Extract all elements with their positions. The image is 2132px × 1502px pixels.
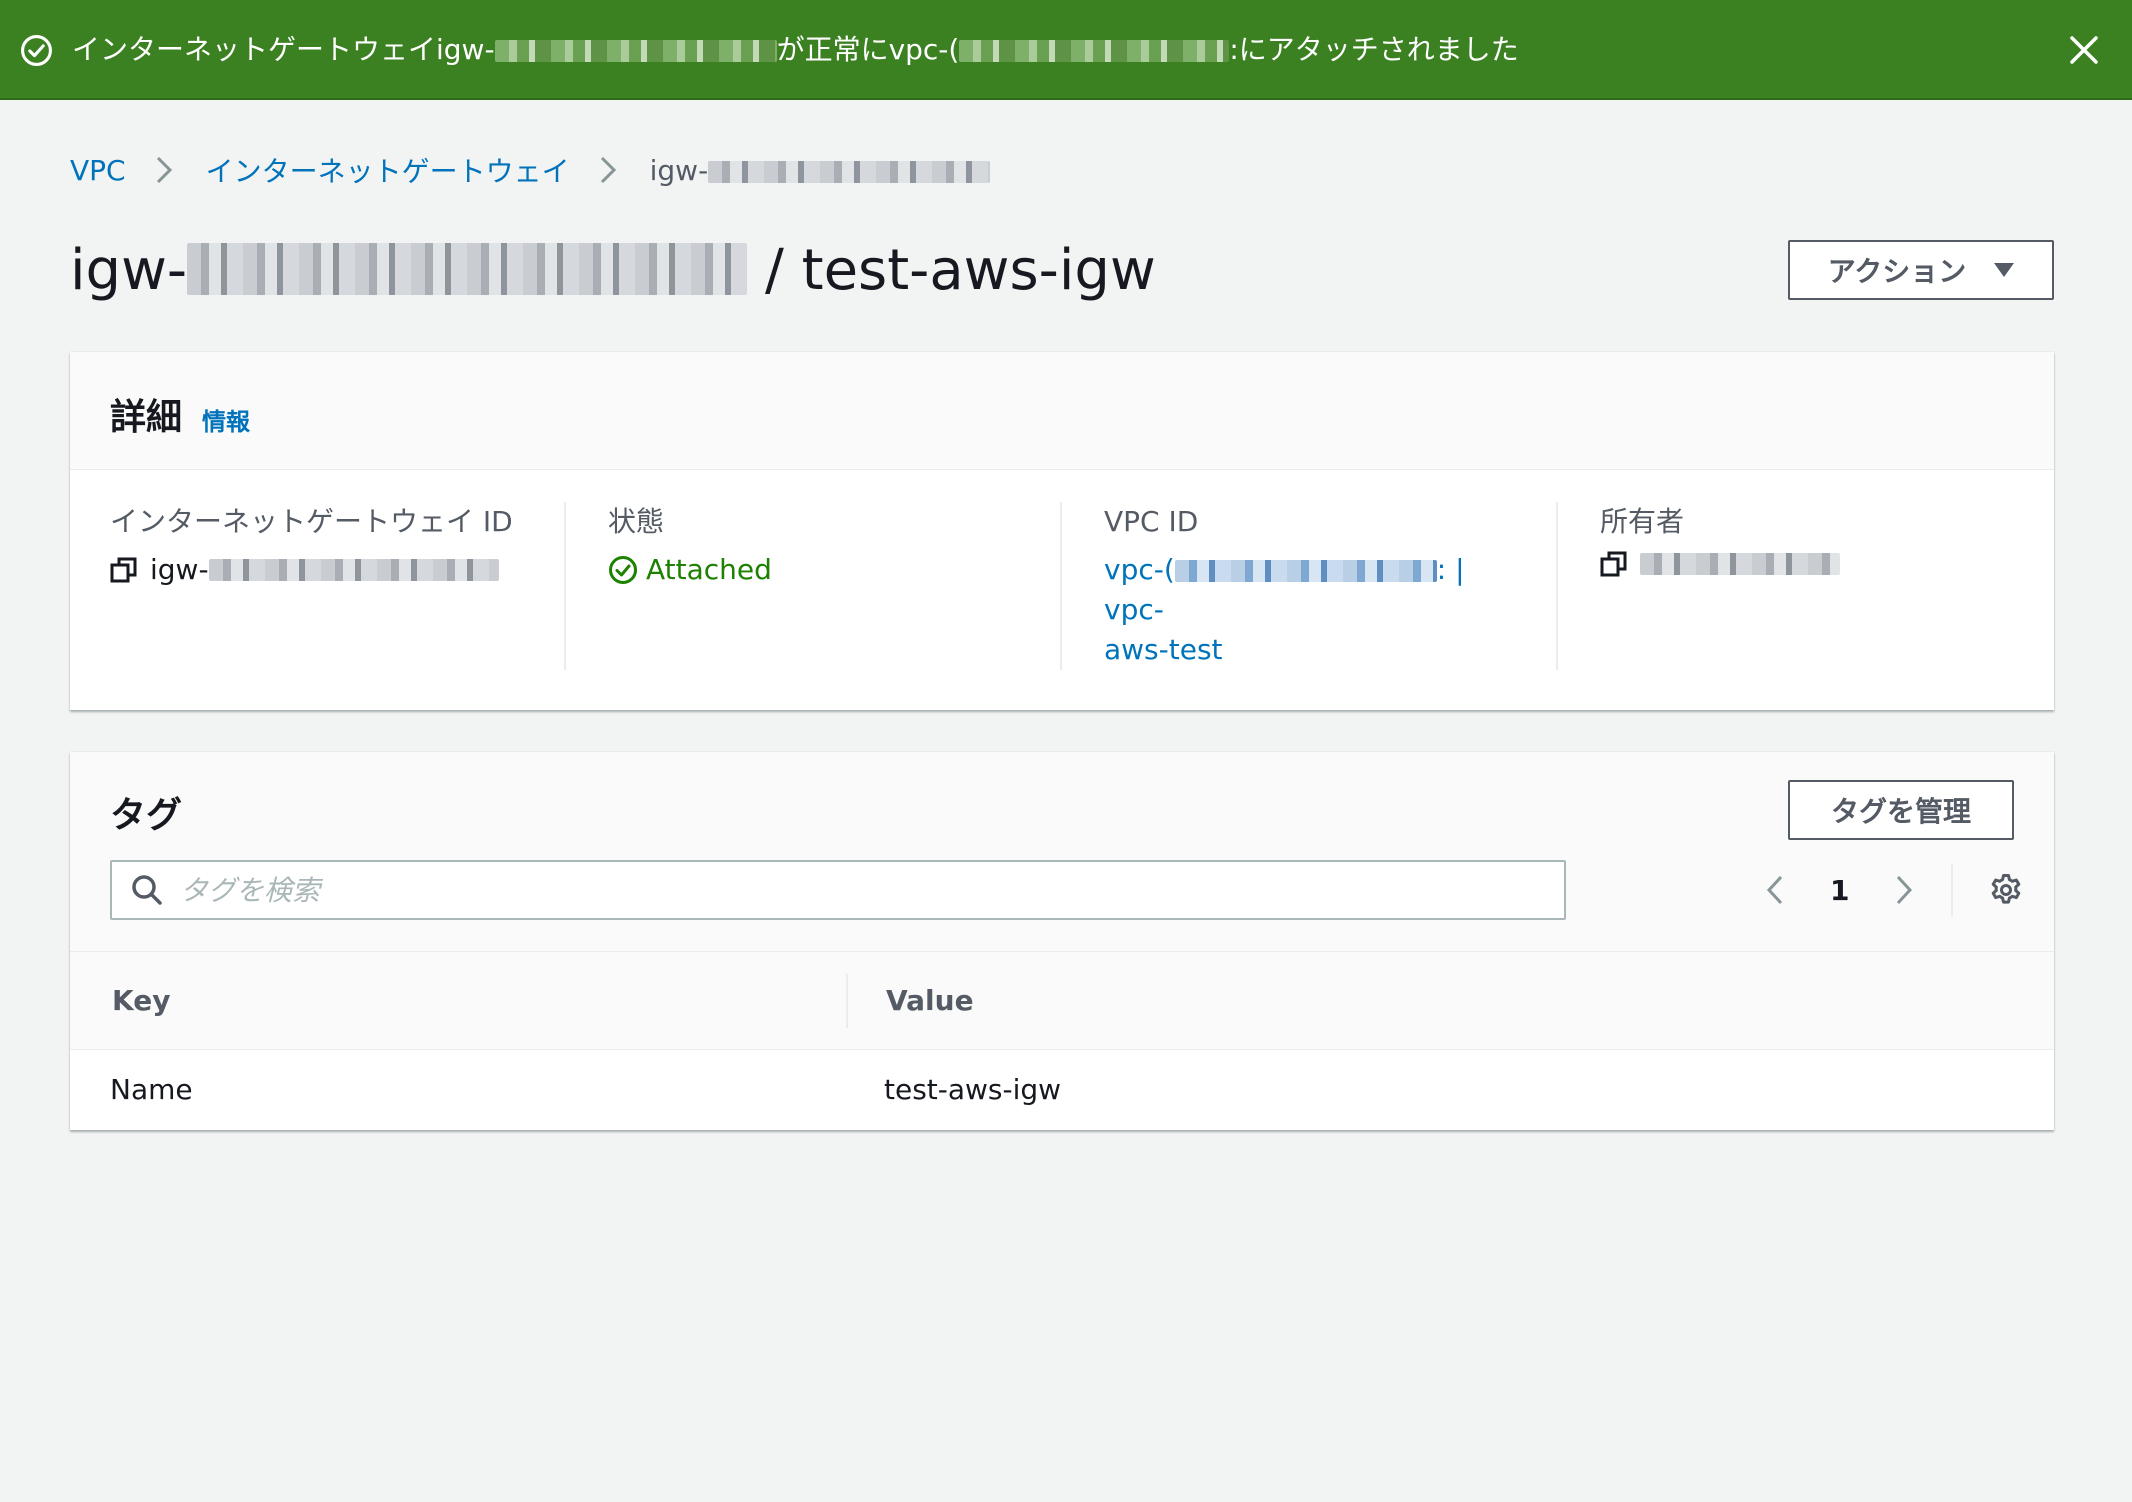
state-value: Attached bbox=[608, 550, 1048, 590]
details-panel: 詳細 情報 インターネットゲートウェイ ID igw- 状態 Attached bbox=[70, 352, 2054, 710]
tag-search-field[interactable] bbox=[110, 860, 1566, 920]
tag-key-cell: Name bbox=[110, 1073, 193, 1106]
page-number[interactable]: 1 bbox=[1830, 874, 1849, 907]
column-header-value[interactable]: Value bbox=[886, 981, 974, 1021]
column-divider bbox=[1060, 502, 1062, 670]
details-columns: インターネットゲートウェイ ID igw- 状態 Attached VPC ID… bbox=[70, 470, 2054, 710]
owner-value bbox=[1600, 550, 2020, 578]
tags-heading: タグ bbox=[110, 795, 183, 836]
vpc-id-link-prefix: vpc-( bbox=[1104, 553, 1175, 586]
igw-id-value: igw- bbox=[110, 550, 550, 590]
tag-search-input[interactable] bbox=[180, 873, 1480, 907]
igw-id-label: インターネットゲートウェイ ID bbox=[110, 505, 513, 538]
success-check-circle-icon bbox=[21, 35, 52, 66]
igw-id-field: インターネットゲートウェイ ID igw- bbox=[110, 502, 550, 670]
tags-header: タグ タグを管理 1 bbox=[70, 752, 2054, 952]
page-title: igw- / test-aws-igw bbox=[70, 238, 1156, 304]
chevron-right-icon bbox=[156, 156, 172, 184]
gear-icon[interactable] bbox=[1989, 873, 2023, 907]
search-icon bbox=[132, 875, 162, 905]
copy-icon[interactable] bbox=[110, 556, 138, 584]
copy-icon[interactable] bbox=[1600, 550, 1628, 578]
success-flash-bar: インターネットゲートウェイigw- が正常にvpc-( :にアタッチされました bbox=[0, 0, 2132, 100]
redacted-igw-id bbox=[187, 243, 748, 295]
details-heading: 詳細 bbox=[110, 397, 183, 438]
chevron-right-icon[interactable] bbox=[1893, 872, 1915, 908]
flash-message-prefix: インターネットゲートウェイigw- bbox=[72, 33, 495, 66]
column-divider bbox=[1556, 502, 1558, 670]
owner-label: 所有者 bbox=[1600, 505, 1685, 538]
page-title-prefix: igw- bbox=[70, 238, 188, 303]
pagination-divider bbox=[1951, 864, 1954, 916]
redacted-igw-id bbox=[708, 160, 991, 183]
tags-table-header: Key Value bbox=[70, 952, 2054, 1050]
actions-label: アクション bbox=[1827, 255, 1967, 288]
redacted-igw-id bbox=[208, 559, 499, 581]
tag-value-cell: test-aws-igw bbox=[884, 1073, 1062, 1106]
manage-tags-button[interactable]: タグを管理 bbox=[1788, 780, 2014, 840]
column-divider bbox=[564, 502, 566, 670]
redacted-vpc-id bbox=[959, 40, 1230, 62]
redacted-igw-id bbox=[494, 40, 777, 62]
info-link[interactable]: 情報 bbox=[202, 402, 250, 437]
tags-panel: タグ タグを管理 1 Key Value Name test-aws-igw bbox=[70, 752, 2054, 1130]
status-success-icon bbox=[609, 556, 637, 584]
flash-message: インターネットゲートウェイigw- が正常にvpc-( :にアタッチされました bbox=[72, 30, 1519, 70]
close-icon[interactable] bbox=[2067, 33, 2101, 67]
state-text: Attached bbox=[646, 553, 772, 586]
redacted-vpc-id bbox=[1174, 560, 1437, 582]
table-row: Name test-aws-igw bbox=[70, 1050, 2054, 1130]
breadcrumb-current: igw- bbox=[650, 154, 991, 187]
owner-field: 所有者 bbox=[1600, 502, 2020, 670]
actions-dropdown-button[interactable]: アクション bbox=[1788, 240, 2054, 300]
flash-message-suffix: :にアタッチされました bbox=[1229, 33, 1519, 66]
details-header: 詳細 情報 bbox=[70, 352, 2054, 470]
flash-message-middle: が正常にvpc-( bbox=[776, 33, 960, 66]
pagination: 1 bbox=[1764, 864, 2023, 916]
page-title-name: / test-aws-igw bbox=[764, 238, 1156, 303]
vpc-name-link: aws-test bbox=[1104, 633, 1223, 666]
breadcrumb-current-label: igw- bbox=[649, 153, 709, 187]
breadcrumb-internet-gateways-link[interactable]: インターネットゲートウェイ bbox=[206, 150, 570, 190]
caret-down-icon bbox=[1994, 263, 2015, 277]
redacted-owner-id bbox=[1640, 553, 1840, 575]
column-header-key[interactable]: Key bbox=[112, 981, 170, 1021]
column-resizer[interactable] bbox=[846, 974, 848, 1028]
chevron-left-icon[interactable] bbox=[1764, 872, 1786, 908]
igw-id-text: igw- bbox=[150, 553, 209, 586]
state-label: 状態 bbox=[608, 505, 665, 538]
vpc-id-label: VPC ID bbox=[1104, 505, 1199, 538]
vpc-id-link[interactable]: vpc-(: | vpc- aws-test bbox=[1104, 550, 1524, 670]
vpc-id-field: VPC ID vpc-(: | vpc- aws-test bbox=[1104, 502, 1524, 670]
breadcrumb-vpc-link[interactable]: VPC bbox=[70, 154, 126, 187]
state-field: 状態 Attached bbox=[608, 502, 1048, 670]
breadcrumb: VPC インターネットゲートウェイ igw- bbox=[70, 150, 991, 190]
chevron-right-icon bbox=[600, 156, 616, 184]
